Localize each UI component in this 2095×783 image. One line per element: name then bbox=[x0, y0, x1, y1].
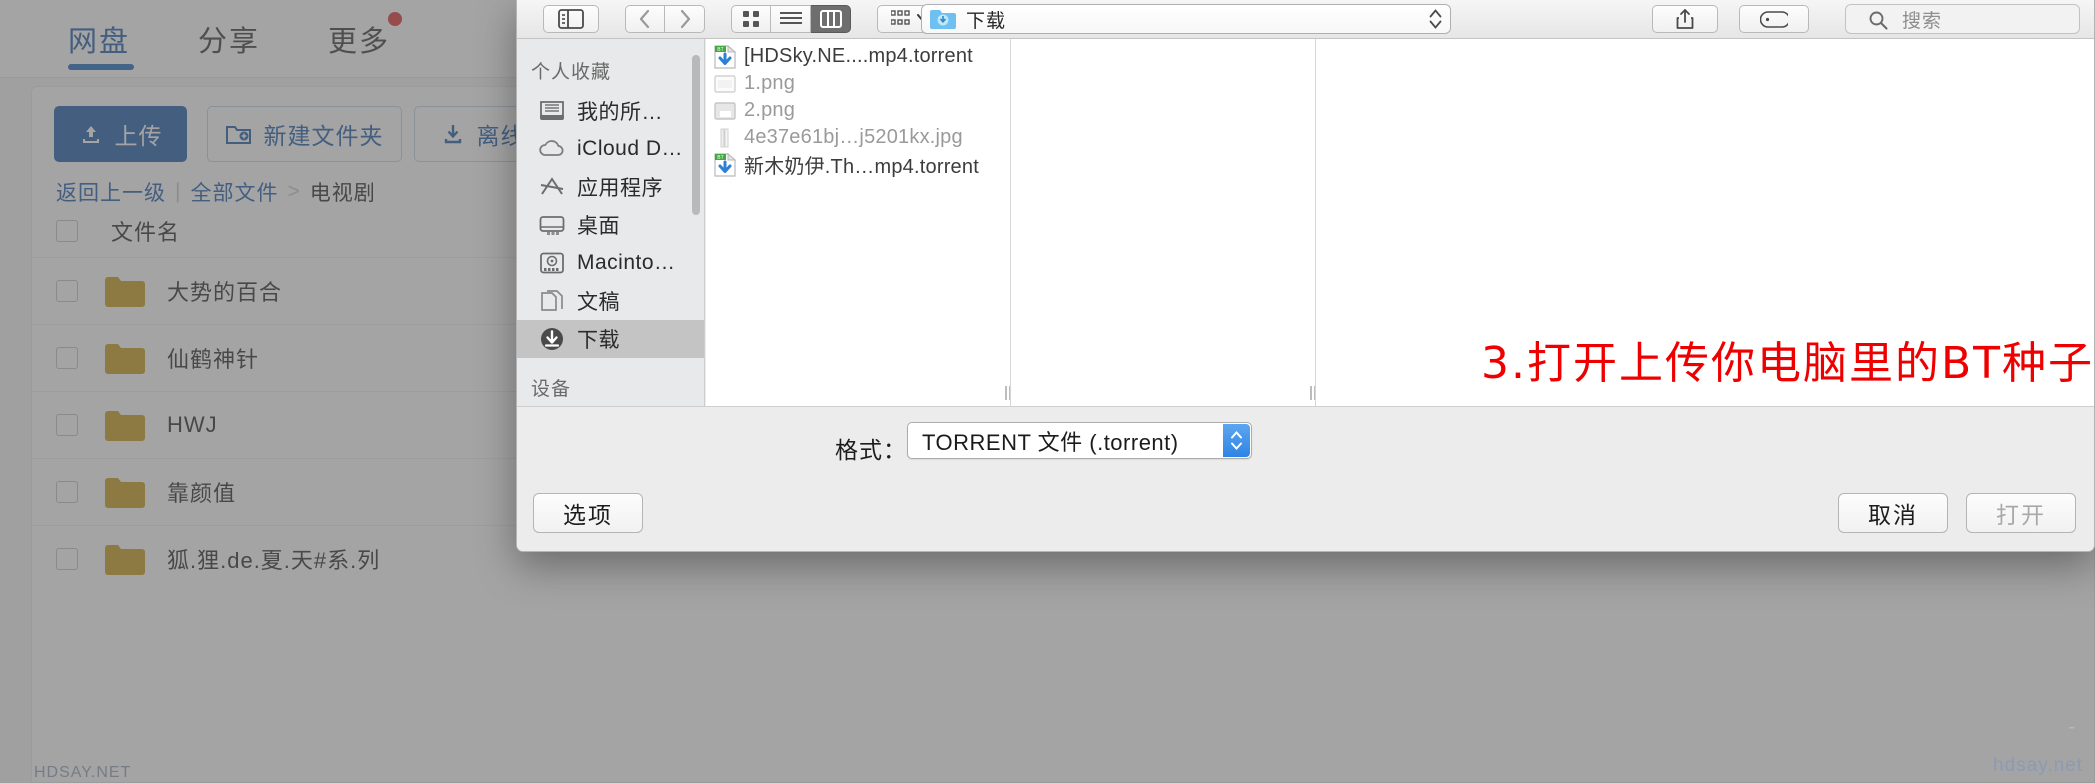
airdrop-icon bbox=[540, 101, 564, 120]
list-item[interactable]: BT 新木奶伊.Th…mp4.torrent bbox=[706, 151, 1010, 178]
forward-button[interactable] bbox=[665, 4, 705, 33]
dialog-sidebar: 个人收藏 我的所… iCloud D… 应用程序 桌面 Macinto… 文稿 … bbox=[517, 39, 705, 406]
sidebar-item-label: 文稿 bbox=[577, 291, 620, 314]
documents-icon bbox=[541, 290, 563, 311]
sidebar-item-downloads[interactable]: 下载 bbox=[517, 320, 704, 358]
file-name: 1.png bbox=[744, 72, 796, 94]
png-file-icon bbox=[714, 74, 736, 93]
format-popup-button[interactable]: TORRENT 文件 (.torrent) bbox=[907, 422, 1252, 459]
file-name: 4e37e61bj…j5201kx.jpg bbox=[744, 126, 963, 148]
chevron-up-icon bbox=[1231, 431, 1242, 439]
search-placeholder: 搜索 bbox=[1902, 10, 1943, 32]
annotation-text: 3.打开上传你电脑里的BT种子 bbox=[1481, 338, 2095, 389]
sidebar-toggle-button[interactable] bbox=[543, 4, 599, 33]
downloads-icon bbox=[541, 328, 563, 350]
chevron-up-icon bbox=[1429, 9, 1442, 18]
dialog-toolbar: 下载 搜索 bbox=[517, 0, 2094, 39]
column-resize-grip[interactable] bbox=[1002, 386, 1010, 400]
format-stepper[interactable] bbox=[1223, 424, 1250, 457]
list-item[interactable]: 1.png bbox=[706, 70, 1010, 97]
chevron-right-icon bbox=[680, 9, 690, 28]
harddisk-icon bbox=[540, 252, 564, 274]
path-popup-button[interactable]: 下载 bbox=[921, 4, 1451, 34]
options-button[interactable]: 选项 bbox=[533, 493, 643, 533]
tag-icon bbox=[1760, 10, 1788, 28]
desktop-icon bbox=[539, 215, 565, 235]
list-item[interactable]: 4e37e61bj…j5201kx.jpg bbox=[706, 124, 1010, 151]
column-resize-grip[interactable] bbox=[1307, 386, 1315, 400]
chevron-left-icon bbox=[639, 9, 650, 28]
svg-text:BT: BT bbox=[717, 155, 723, 161]
format-label: 格式： bbox=[835, 437, 907, 463]
torrent-file-icon: BT bbox=[714, 152, 736, 177]
sidebar-item-label: 我的所… bbox=[577, 101, 663, 124]
format-value: TORRENT 文件 (.torrent) bbox=[922, 429, 1179, 455]
sidebar-item-applications[interactable]: 应用程序 bbox=[517, 168, 704, 206]
dialog-bottom-bar: 格式： TORRENT 文件 (.torrent) 选项 取消 打开 bbox=[517, 406, 2094, 551]
sidebar-section-devices-title: 设备 bbox=[531, 379, 572, 400]
png-file-icon bbox=[714, 101, 736, 120]
file-name: 新木奶伊.Th…mp4.torrent bbox=[744, 156, 979, 178]
sidebar-section-favorites-title: 个人收藏 bbox=[531, 62, 612, 83]
sidebar-item-macintosh-hd[interactable]: Macinto… bbox=[517, 244, 704, 282]
file-name: 2.png bbox=[744, 99, 796, 121]
torrent-file-icon: BT bbox=[714, 44, 736, 69]
search-input[interactable]: 搜索 bbox=[1845, 4, 2080, 34]
svg-text:BT: BT bbox=[717, 47, 723, 53]
file-open-dialog: 下载 搜索 个人收藏 我的所… iCloud D… 应用程序 桌面 Macint… bbox=[516, 0, 2095, 552]
sidebar-toggle-icon bbox=[558, 8, 584, 29]
sidebar-item-desktop[interactable]: 桌面 bbox=[517, 206, 704, 244]
jpg-file-icon bbox=[720, 128, 729, 147]
view-column-button[interactable] bbox=[811, 4, 851, 33]
sidebar-item-label: 下载 bbox=[577, 329, 620, 352]
file-name: [HDSky.NE....mp4.torrent bbox=[744, 45, 973, 67]
cancel-button[interactable]: 取消 bbox=[1838, 493, 1948, 533]
path-popup-value: 下载 bbox=[966, 10, 1007, 32]
share-icon bbox=[1676, 9, 1694, 29]
open-button: 打开 bbox=[1966, 493, 2076, 533]
grid-view-icon bbox=[743, 10, 759, 27]
blue-downloads-folder-icon bbox=[930, 9, 956, 29]
cloud-icon bbox=[539, 140, 564, 156]
tag-button[interactable] bbox=[1739, 5, 1809, 33]
watermark: hdsay.net bbox=[1993, 755, 2083, 776]
page-dash: - bbox=[2068, 716, 2075, 738]
sidebar-item-documents[interactable]: 文稿 bbox=[517, 282, 704, 320]
file-column-1: BT [HDSky.NE....mp4.torrent 1.png 2.png … bbox=[706, 39, 1011, 406]
search-icon bbox=[1869, 11, 1888, 30]
list-item[interactable]: 2.png bbox=[706, 97, 1010, 124]
back-button[interactable] bbox=[625, 4, 665, 33]
applications-icon bbox=[540, 177, 564, 195]
group-by-icon bbox=[891, 9, 910, 25]
chevron-down-icon bbox=[1429, 20, 1442, 29]
column-browser: BT [HDSky.NE....mp4.torrent 1.png 2.png … bbox=[706, 39, 2094, 406]
sidebar-item-icloud-drive[interactable]: iCloud D… bbox=[517, 130, 704, 168]
sidebar-item-label: 应用程序 bbox=[577, 177, 663, 200]
share-button[interactable] bbox=[1652, 5, 1718, 33]
sidebar-item-label: Macinto… bbox=[577, 251, 676, 274]
sidebar-scrollbar[interactable] bbox=[692, 55, 700, 215]
list-item[interactable]: BT [HDSky.NE....mp4.torrent bbox=[706, 43, 1010, 70]
sidebar-item-airdrop[interactable]: 我的所… bbox=[517, 92, 704, 130]
sidebar-item-label: iCloud D… bbox=[577, 137, 684, 160]
chevron-down-icon bbox=[1231, 442, 1242, 450]
column-view-icon bbox=[819, 9, 842, 28]
list-view-icon bbox=[779, 11, 802, 24]
screenshot-root: 网盘 分享 更多 上传 新建文件夹 bbox=[0, 0, 2095, 783]
view-icon-grid-button[interactable] bbox=[731, 4, 771, 33]
view-list-button[interactable] bbox=[771, 4, 811, 33]
path-popup-stepper[interactable] bbox=[1429, 9, 1442, 29]
sidebar-item-label: 桌面 bbox=[577, 215, 620, 238]
file-column-2 bbox=[1011, 39, 1316, 406]
